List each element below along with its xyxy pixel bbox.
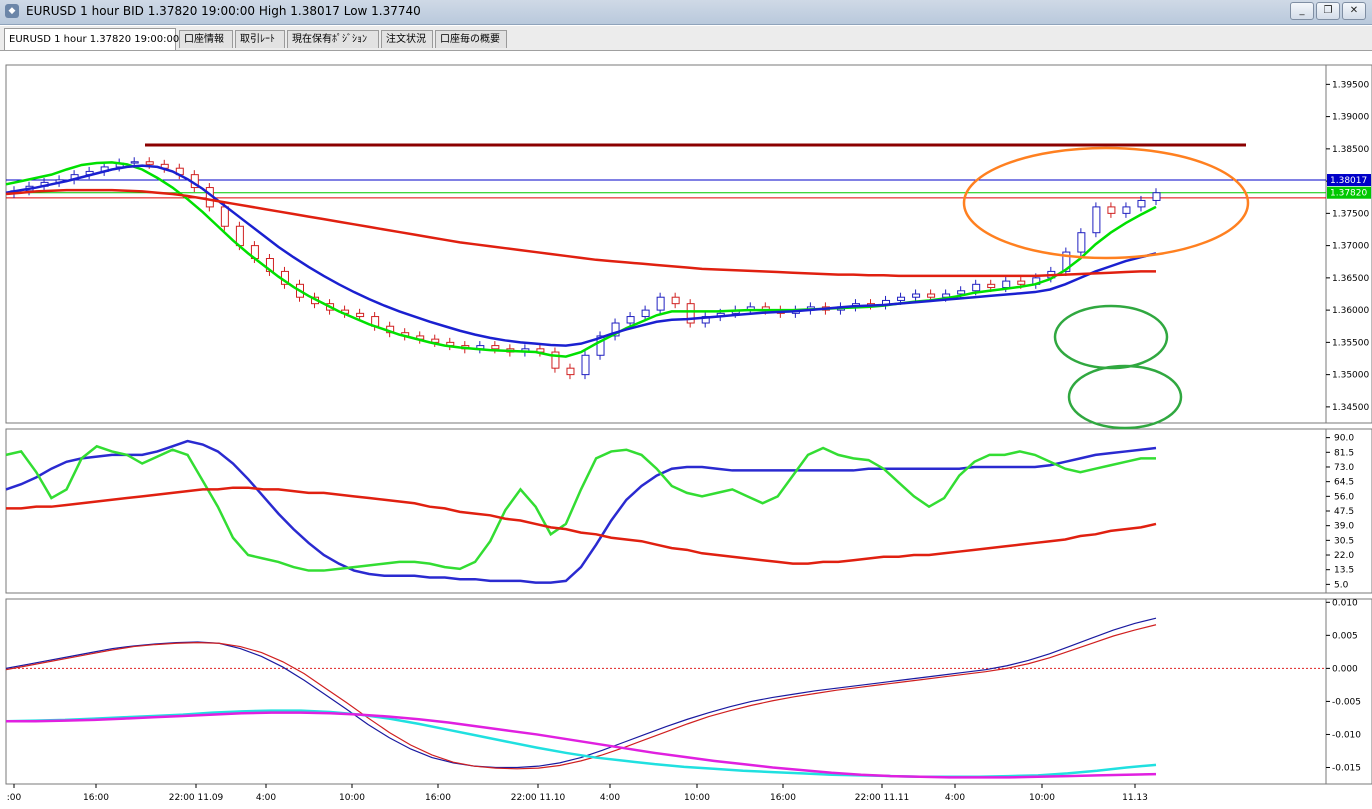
tab-bar: EURUSD 1 hour 1.37820 19:00:00 口座情報 取引ﾚｰ… (0, 26, 1372, 51)
time-tick-label: 22:00 11.11 (855, 793, 910, 803)
candle-body (1092, 206, 1101, 234)
candle-body (145, 161, 154, 165)
oscillator-tick-label: 64.5 (1334, 478, 1354, 488)
oscillator-tick-label: 56.0 (1334, 492, 1354, 502)
candle-body (897, 296, 906, 301)
candle-body (927, 293, 936, 298)
tab-account-info[interactable]: 口座情報 (179, 30, 233, 48)
candle-body (1122, 206, 1131, 214)
candle-body (1137, 199, 1146, 208)
price-tick-label: 1.37500 (1332, 209, 1369, 219)
window-controls: _ ❐ ✕ (1290, 2, 1366, 20)
time-tick-label: 16:00 (425, 793, 451, 803)
macd-tick-label: 0.010 (1332, 598, 1358, 608)
candle-body (671, 296, 680, 305)
price-tick-label: 1.39000 (1332, 113, 1369, 123)
oscillator-tick-label: 13.5 (1334, 566, 1354, 576)
price-tick-label: 1.37000 (1332, 242, 1369, 252)
price-tick-label: 1.39500 (1332, 80, 1369, 90)
candle-body (656, 296, 665, 311)
time-tick-label: 22:00 11.09 (169, 793, 224, 803)
chart-area[interactable]: 1.395001.390001.385001.380001.375001.370… (0, 51, 1372, 809)
time-tick-label: 11.13 (1122, 793, 1148, 803)
candle-body (972, 283, 981, 292)
oscillator-tick-label: 5.0 (1334, 580, 1349, 590)
macd-frame-axis-box (1325, 598, 1372, 785)
current-price-label: 1.37820 (1330, 189, 1367, 199)
candle-body (1017, 280, 1026, 285)
candle-body (987, 283, 996, 289)
price-frame (5, 64, 1327, 424)
oscillator-tick-label: 22.0 (1334, 551, 1354, 561)
time-tick-label: 16:00 (83, 793, 109, 803)
oscillator-tick-label: 30.5 (1334, 536, 1354, 546)
close-button[interactable]: ✕ (1342, 2, 1366, 20)
oscillator-tick-label: 39.0 (1334, 522, 1354, 532)
price-tick-label: 1.36500 (1332, 274, 1369, 284)
tab-order-status[interactable]: 注文状況 (381, 30, 433, 48)
macd-tick-label: 0.005 (1332, 631, 1358, 641)
time-tick-label: 16:00 (770, 793, 796, 803)
price-tick-label: 1.35000 (1332, 371, 1369, 381)
minimize-button[interactable]: _ (1290, 2, 1314, 20)
high-price-label: 1.38017 (1330, 176, 1367, 186)
time-tick-label: 4:00 (945, 793, 965, 803)
time-tick-label: 10:00 (1029, 793, 1055, 803)
candle-body (491, 345, 500, 350)
candle-body (356, 312, 365, 318)
time-tick-label: 4:00 (600, 793, 620, 803)
oscillator-tick-label: 47.5 (1334, 507, 1354, 517)
candle-body (641, 309, 650, 318)
price-tick-label: 1.35500 (1332, 338, 1369, 348)
candle-body (957, 290, 966, 295)
window-title: EURUSD 1 hour BID 1.37820 19:00:00 High … (26, 4, 421, 18)
time-tick-label: 10:00 (339, 793, 365, 803)
price-tick-label: 1.36000 (1332, 306, 1369, 316)
macd-tick-label: -0.010 (1332, 730, 1361, 740)
candle-body (581, 354, 590, 376)
candle-body (1002, 280, 1011, 289)
candle-body (1107, 206, 1116, 214)
price-tick-label: 1.38500 (1332, 145, 1369, 155)
candle-body (1077, 232, 1086, 253)
candle-body (220, 206, 229, 227)
candle-body (566, 367, 575, 376)
candle-body (130, 161, 139, 164)
tab-trade-rates[interactable]: 取引ﾚｰﾄ (235, 30, 285, 48)
candle-body (912, 293, 921, 298)
window-titlebar: ◆ EURUSD 1 hour BID 1.37820 19:00:00 Hig… (0, 0, 1372, 25)
restore-button[interactable]: ❐ (1316, 2, 1340, 20)
candle-body (1152, 192, 1161, 201)
macd-tick-label: 0.000 (1332, 664, 1358, 674)
oscillator-tick-label: 81.5 (1334, 448, 1354, 458)
time-tick-label: :00 (7, 793, 22, 803)
oscillator-tick-label: 90.0 (1334, 434, 1354, 444)
tab-account-summary[interactable]: 口座毎の概要 (435, 30, 507, 48)
app-icon: ◆ (5, 4, 19, 18)
macd-tick-label: -0.005 (1332, 697, 1361, 707)
candle-body (626, 316, 635, 324)
tab-open-positions[interactable]: 現在保有ﾎﾟｼﾞｼｮﾝ (287, 30, 379, 48)
tab-eurusd-chart[interactable]: EURUSD 1 hour 1.37820 19:00:00 (4, 28, 179, 50)
price-tick-label: 1.34500 (1332, 403, 1369, 413)
time-tick-label: 10:00 (684, 793, 710, 803)
macd-frame (5, 598, 1327, 785)
time-tick-label: 4:00 (256, 793, 276, 803)
macd-tick-label: -0.015 (1332, 763, 1361, 773)
oscillator-tick-label: 73.0 (1334, 463, 1354, 473)
oscillator-frame (5, 428, 1327, 594)
time-tick-label: 22:00 11.10 (511, 793, 566, 803)
